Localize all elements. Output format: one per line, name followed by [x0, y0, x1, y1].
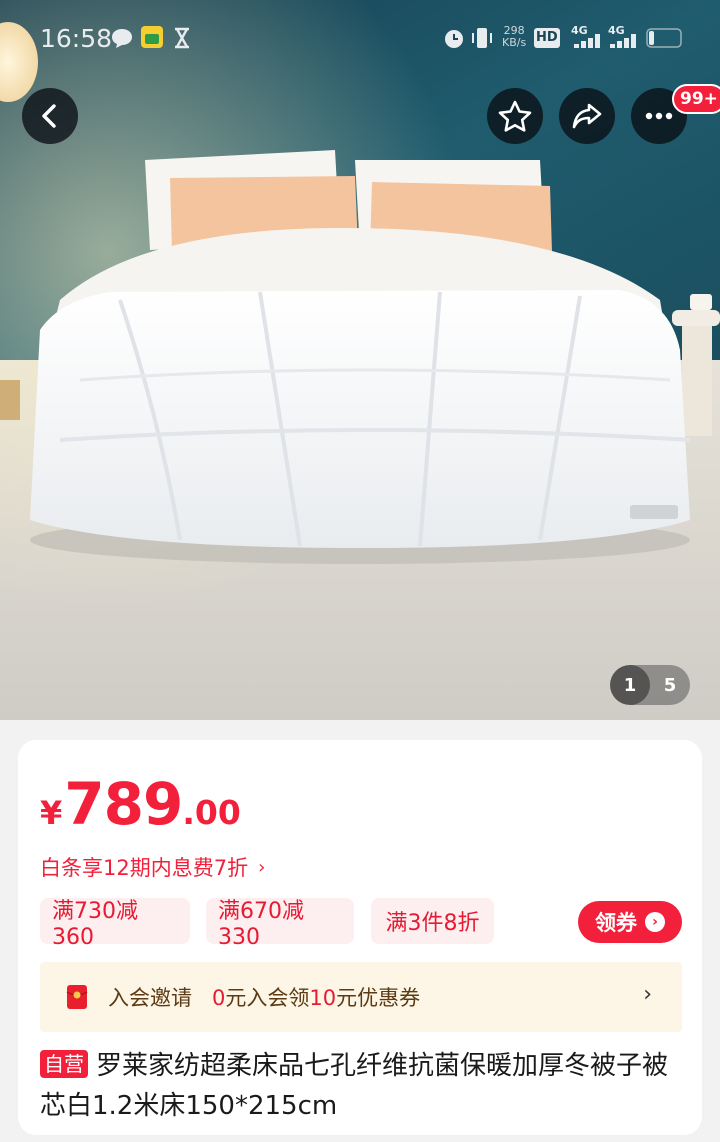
get-coupon-button[interactable]: 领券 ›	[578, 901, 682, 943]
back-button[interactable]	[22, 88, 78, 144]
price-currency: ¥	[40, 794, 63, 832]
net-speed: 298 KB/s	[502, 25, 526, 49]
favorite-button[interactable]	[487, 88, 543, 144]
product-title-text: 罗莱家纺超柔床品七孔纤维抗菌保暖加厚冬被子被芯白1.2米床150*215cm	[40, 1051, 669, 1121]
gallery-total: 5	[663, 674, 677, 696]
offer-amount-zero: 0	[212, 986, 226, 1010]
status-bar: 16:58 298 KB/s HD 4G 4G	[0, 0, 720, 76]
signal-icon-1	[574, 34, 600, 48]
signal-icon-2	[610, 34, 636, 48]
app-notification-icon	[141, 26, 163, 48]
offer-text-1: 元入会领	[225, 986, 310, 1010]
gallery-current-index: 1	[610, 665, 650, 705]
price-decimal: .00	[182, 793, 241, 832]
offer-amount-ten: 10	[309, 986, 337, 1010]
vibrate-icon	[472, 28, 492, 48]
net-speed-unit: KB/s	[502, 36, 527, 49]
chevron-right-icon: ›	[643, 982, 652, 1007]
hd-icon: HD	[534, 28, 560, 48]
share-button[interactable]	[559, 88, 615, 144]
offer-text-2: 元优惠券	[336, 986, 421, 1010]
membership-offer: 0元入会领10元优惠券	[212, 982, 420, 1012]
chevron-right-icon: ›	[258, 856, 266, 878]
alarm-icon	[445, 30, 463, 48]
share-icon	[572, 103, 602, 129]
gallery-pager: 1 5	[610, 665, 690, 705]
battery-icon	[646, 28, 682, 48]
promo-tag[interactable]: 满3件8折	[371, 898, 494, 944]
red-packet-icon	[66, 985, 88, 1009]
coupon-label: 领券	[595, 911, 637, 935]
message-icon	[112, 29, 132, 48]
hourglass-icon	[175, 27, 189, 49]
price: ¥ 789 .00	[40, 770, 241, 838]
more-dots-icon	[645, 112, 673, 120]
price-integer: 789	[64, 770, 183, 838]
installment-text: 白条享12期内息费7折	[40, 856, 249, 880]
chevron-left-icon	[42, 104, 56, 128]
membership-label: 入会邀请	[108, 986, 192, 1010]
star-icon	[498, 100, 532, 132]
promo-tag[interactable]: 满670减330	[206, 898, 354, 950]
product-info-card: ¥ 789 .00 白条享12期内息费7折 › 满730减360 满670减33…	[18, 740, 702, 1135]
chevron-right-icon: ›	[645, 912, 665, 932]
message-count-badge: 99+	[672, 84, 720, 114]
self-operated-tag: 自营	[40, 1050, 88, 1078]
promo-tag[interactable]: 满730减360	[40, 898, 190, 950]
membership-invite-bar[interactable]: 入会邀请 0元入会领10元优惠券 ›	[40, 962, 682, 1032]
product-title: 自营 罗莱家纺超柔床品七孔纤维抗菌保暖加厚冬被子被芯白1.2米床150*215cm	[40, 1046, 690, 1126]
installment-offer[interactable]: 白条享12期内息费7折 ›	[40, 852, 265, 882]
status-time: 16:58	[40, 24, 113, 53]
